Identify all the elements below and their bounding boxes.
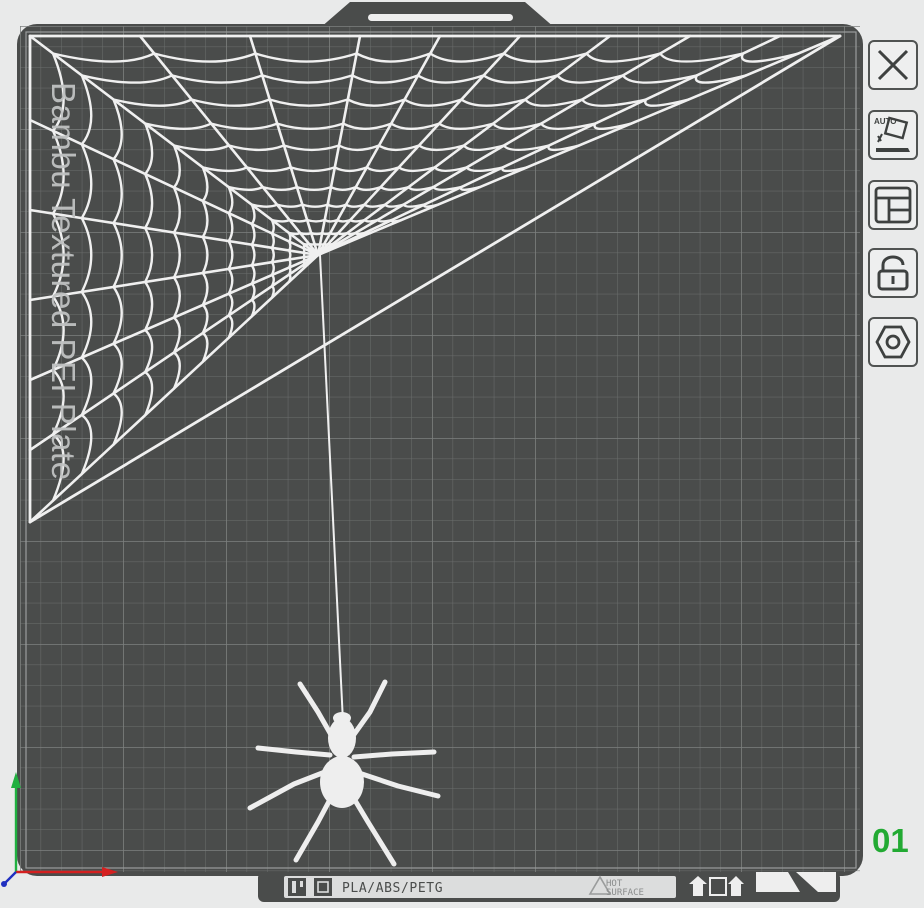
hex-nut-icon [875,325,911,359]
auto-orient-button[interactable]: AUTO [868,110,918,160]
plate-bottom-strip: PLA/ABS/PETG HOT SURFACE [258,872,840,902]
handle-slot [368,14,513,21]
lock-button[interactable] [868,248,918,298]
plate-number: 01 [872,822,909,859]
close-button[interactable] [868,40,918,90]
build-plate-viewport[interactable]: PLA/ABS/PETG HOT SURFACE [0,0,924,908]
strip-icon-right [314,878,332,896]
lock-icon [877,255,909,291]
layout-icon [874,186,912,224]
auto-orient-icon: AUTO [874,116,910,152]
close-icon [877,49,909,81]
arrange-button[interactable] [868,180,918,230]
strip-icon-left [288,878,306,896]
plate-name-label: Bambu Textured PEI Plate [45,82,82,481]
plate-grid-major [20,26,860,872]
strip-warning-line2: SURFACE [606,888,644,898]
strip-materials: PLA/ABS/PETG [342,881,443,896]
settings-button[interactable] [868,317,918,367]
